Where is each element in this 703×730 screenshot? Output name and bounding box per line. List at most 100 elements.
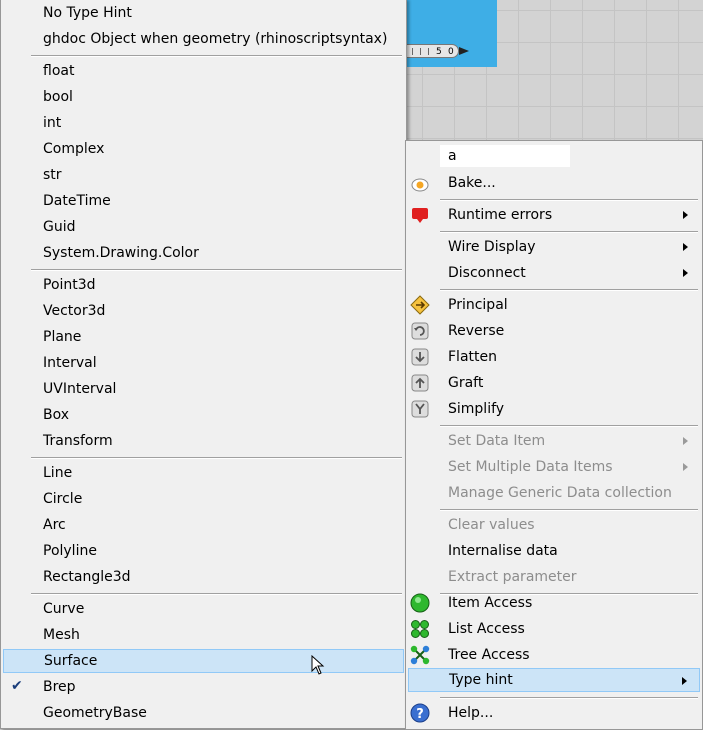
menu-item-label: No Type Hint [43,5,132,21]
menu-item-interval[interactable]: Interval [3,351,404,375]
menu-item-label: Surface [44,653,98,669]
menu-item-circle[interactable]: Circle [3,487,404,511]
submenu-arrow-icon [683,243,688,251]
menu-separator [31,457,402,459]
menu-item-float[interactable]: float [3,59,404,83]
menu-item-arc[interactable]: Arc [3,513,404,537]
parameter-context-menu: a Bake... Runtime errors Wire Display Di… [405,140,703,730]
menu-item-guid[interactable]: Guid [3,215,404,239]
slider-tick [428,48,429,55]
menu-item-line[interactable]: Line [3,461,404,485]
type-hint-submenu: No Type Hint ghdoc Object when geometry … [0,0,407,729]
menu-item-ghdoc-object[interactable]: ghdoc Object when geometry (rhinoscripts… [3,27,404,51]
menu-item-label: Principal [448,297,508,313]
menu-item-polyline[interactable]: Polyline [3,539,404,563]
menu-separator [440,509,698,511]
menu-item-set-multiple-data-items: Set Multiple Data Items [408,455,700,479]
principal-icon [410,295,430,315]
menu-item-label: Reverse [448,323,505,339]
menu-item-extract-parameter: Extract parameter [408,565,700,589]
number-slider[interactable]: 5 0 [405,44,459,58]
menu-separator [31,593,402,595]
menu-item-vector3d[interactable]: Vector3d [3,299,404,323]
menu-item-bake[interactable]: Bake... [408,171,700,195]
menu-item-label: Plane [43,329,82,345]
bake-icon [411,178,429,192]
menu-item-no-type-hint[interactable]: No Type Hint [3,1,404,25]
menu-item-mesh[interactable]: Mesh [3,623,404,647]
menu-item-geometrybase[interactable]: GeometryBase [3,701,404,725]
menu-item-runtime-errors[interactable]: Runtime errors [408,203,700,227]
menu-item-datetime[interactable]: DateTime [3,189,404,213]
menu-item-label: Curve [43,601,85,617]
menu-item-rectangle3d[interactable]: Rectangle3d [3,565,404,589]
menu-item-item-access[interactable]: Item Access [408,591,700,615]
menu-separator [440,425,698,427]
menu-separator [31,269,402,271]
menu-item-help[interactable]: ? Help... [408,701,700,725]
menu-item-label: System.Drawing.Color [43,245,199,261]
menu-item-surface[interactable]: Surface [3,649,404,673]
menu-item-label: Complex [43,141,105,157]
menu-item-label: Manage Generic Data collection [448,485,672,501]
flatten-icon [411,348,429,366]
menu-item-internalise-data[interactable]: Internalise data [408,539,700,563]
menu-separator [440,697,698,699]
menu-item-label: bool [43,89,73,105]
menu-separator [440,199,698,201]
menu-item-flatten[interactable]: Flatten [408,345,700,369]
submenu-arrow-icon [683,269,688,277]
menu-item-plane[interactable]: Plane [3,325,404,349]
menu-item-point3d[interactable]: Point3d [3,273,404,297]
menu-item-wire-display[interactable]: Wire Display [408,235,700,259]
menu-item-label: Internalise data [448,543,558,559]
menu-item-label: Point3d [43,277,96,293]
menu-item-complex[interactable]: Complex [3,137,404,161]
menu-item-label: List Access [448,621,525,637]
menu-item-label: Vector3d [43,303,106,319]
simplify-icon [411,400,429,418]
menu-item-label: Transform [43,433,113,449]
menu-item-color[interactable]: System.Drawing.Color [3,241,404,265]
menu-item-brep[interactable]: ✔ Brep [3,675,404,699]
menu-item-reverse[interactable]: Reverse [408,319,700,343]
menu-item-transform[interactable]: Transform [3,429,404,453]
menu-item-graft[interactable]: Graft [408,371,700,395]
menu-item-label: Brep [43,679,76,695]
menu-item-type-hint[interactable]: Type hint [408,668,700,692]
menu-item-manage-generic-data: Manage Generic Data collection [408,481,700,505]
menu-item-curve[interactable]: Curve [3,597,404,621]
menu-item-int[interactable]: int [3,111,404,135]
slider-tick [412,48,413,55]
menu-item-list-access[interactable]: List Access [408,617,700,641]
menu-item-label: str [43,167,62,183]
menu-item-label: Runtime errors [448,207,553,223]
menu-item-label: Tree Access [448,647,530,663]
menu-item-label: DateTime [43,193,111,209]
menu-item-label: Disconnect [448,265,526,281]
menu-item-simplify[interactable]: Simplify [408,397,700,421]
menu-item-label: Polyline [43,543,97,559]
menu-item-principal[interactable]: Principal [408,293,700,317]
name-field[interactable]: a [408,144,700,168]
menu-item-label: Simplify [448,401,505,417]
menu-item-label: Arc [43,517,66,533]
menu-item-label: float [43,63,75,79]
menu-item-label: GeometryBase [43,705,147,721]
menu-item-disconnect[interactable]: Disconnect [408,261,700,285]
output-grip-icon[interactable] [459,47,469,55]
menu-item-label: Graft [448,375,484,391]
menu-item-bool[interactable]: bool [3,85,404,109]
menu-item-str[interactable]: str [3,163,404,187]
menu-item-label: Set Multiple Data Items [448,459,613,475]
menu-item-label: Box [43,407,70,423]
menu-item-set-data-item: Set Data Item [408,429,700,453]
checkmark-icon: ✔ [11,678,23,694]
menu-item-label: ghdoc Object when geometry (rhinoscripts… [43,31,388,47]
menu-item-uvinterval[interactable]: UVInterval [3,377,404,401]
menu-item-tree-access[interactable]: Tree Access [408,643,700,667]
menu-item-label: Guid [43,219,76,235]
menu-item-label: Type hint [449,672,513,688]
name-field-value: a [448,148,457,164]
menu-item-box[interactable]: Box [3,403,404,427]
